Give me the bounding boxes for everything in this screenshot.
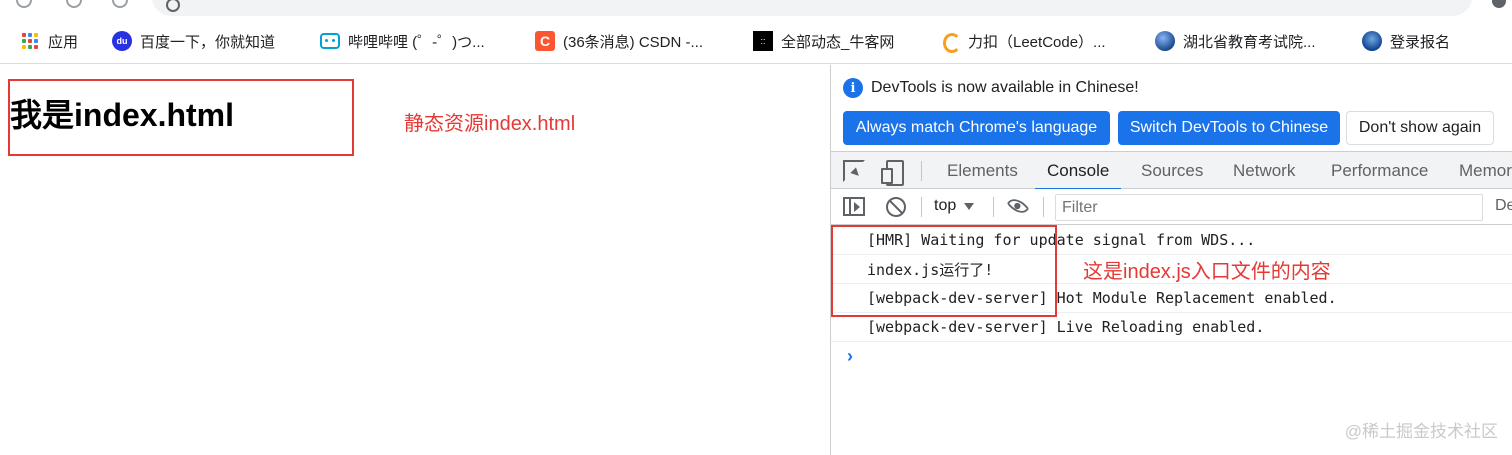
tab-console[interactable]: Console bbox=[1035, 152, 1122, 190]
bookmark-nowcoder[interactable]: :: 全部动态_牛客网 bbox=[753, 28, 894, 54]
chevron-down-icon bbox=[964, 202, 975, 210]
login-icon bbox=[1362, 31, 1382, 51]
live-expression-eye-icon[interactable] bbox=[1006, 194, 1030, 218]
tabbar-divider bbox=[921, 161, 922, 181]
bookmark-label: 湖北省教育考试院... bbox=[1183, 33, 1316, 51]
annotation-label-page: 静态资源index.html bbox=[404, 113, 576, 135]
console-filter-input[interactable] bbox=[1055, 194, 1483, 221]
bookmark-label: 应用 bbox=[48, 33, 79, 51]
inspect-element-icon[interactable] bbox=[843, 160, 865, 182]
bookmark-bilibili[interactable]: 哔哩哔哩 (゜-゜)つ... bbox=[320, 28, 485, 54]
bookmark-label: 全部动态_牛客网 bbox=[781, 33, 895, 51]
console-prompt-icon[interactable]: › bbox=[847, 346, 853, 367]
back-icon[interactable] bbox=[16, 0, 32, 8]
apps-grid-icon bbox=[20, 31, 40, 51]
context-selector[interactable]: top bbox=[934, 197, 975, 215]
profile-icon[interactable] bbox=[1492, 0, 1506, 8]
bookmarks-bar: 应用 du 百度一下，你就知道 哔哩哔哩 (゜-゜)つ... C (36条消息)… bbox=[0, 18, 1512, 64]
always-match-language-button[interactable]: Always match Chrome's language bbox=[843, 111, 1110, 145]
bookmark-csdn[interactable]: C (36条消息) CSDN -... bbox=[535, 28, 703, 54]
tab-memory[interactable]: Memor bbox=[1459, 152, 1512, 189]
show-sidebar-icon[interactable] bbox=[843, 197, 865, 216]
bookmark-hubei-exam[interactable]: 湖北省教育考试院... bbox=[1155, 28, 1316, 54]
forward-icon[interactable] bbox=[66, 0, 82, 8]
console-toolbar: top De bbox=[831, 189, 1512, 225]
toolbar-divider bbox=[1043, 197, 1044, 217]
nowcoder-icon: :: bbox=[753, 31, 773, 51]
bookmark-label: 登录报名 bbox=[1390, 33, 1451, 51]
page-viewport: 我是index.html 静态资源index.html bbox=[0, 65, 830, 455]
watermark: @稀土掘金技术社区 bbox=[1344, 422, 1498, 441]
bookmark-login[interactable]: 登录报名 bbox=[1362, 28, 1450, 54]
tab-sources[interactable]: Sources bbox=[1141, 152, 1203, 189]
bookmark-label: 百度一下，你就知道 bbox=[140, 33, 276, 51]
site-info-icon[interactable] bbox=[166, 0, 180, 12]
devtools-language-banner: i DevTools is now available in Chinese! bbox=[843, 78, 1139, 98]
annotation-box-console bbox=[831, 225, 1057, 317]
devtools-tabbar: Elements Console Sources Network Perform… bbox=[831, 151, 1512, 190]
bookmark-label: 哔哩哔哩 (゜-゜)つ... bbox=[348, 33, 485, 51]
bookmark-label: 力扣（LeetCode）... bbox=[968, 33, 1106, 51]
tab-elements[interactable]: Elements bbox=[947, 152, 1018, 189]
tab-performance[interactable]: Performance bbox=[1331, 152, 1428, 189]
bookmark-baidu[interactable]: du 百度一下，你就知道 bbox=[112, 28, 275, 54]
log-levels-dropdown[interactable]: De bbox=[1495, 197, 1512, 215]
toolbar-divider bbox=[921, 197, 922, 217]
devtools-panel: i DevTools is now available in Chinese! … bbox=[830, 65, 1512, 455]
bookmark-apps[interactable]: 应用 bbox=[20, 28, 78, 54]
tab-network[interactable]: Network bbox=[1233, 152, 1295, 189]
info-icon: i bbox=[843, 78, 863, 98]
device-toolbar-icon[interactable] bbox=[881, 160, 904, 186]
dont-show-again-button[interactable]: Don't show again bbox=[1346, 111, 1494, 145]
bookmark-label: (36条消息) CSDN -... bbox=[563, 33, 704, 51]
csdn-icon: C bbox=[535, 31, 555, 51]
clear-console-icon[interactable] bbox=[886, 197, 906, 217]
console-message: [webpack-dev-server] Live Reloading enab… bbox=[831, 313, 1512, 342]
bilibili-icon bbox=[320, 31, 340, 51]
browser-top-strip bbox=[0, 0, 1512, 18]
baidu-icon: du bbox=[112, 31, 132, 51]
context-value: top bbox=[934, 197, 957, 214]
address-bar[interactable] bbox=[152, 0, 1472, 16]
banner-message: DevTools is now available in Chinese! bbox=[871, 79, 1139, 96]
annotation-label-console: 这是index.js入口文件的内容 bbox=[1083, 261, 1331, 283]
switch-to-chinese-button[interactable]: Switch DevTools to Chinese bbox=[1118, 111, 1340, 145]
bookmark-leetcode[interactable]: 力扣（LeetCode）... bbox=[940, 28, 1106, 54]
reload-icon[interactable] bbox=[112, 0, 128, 8]
annotation-box-page bbox=[8, 79, 354, 156]
hubei-exam-icon bbox=[1155, 31, 1175, 51]
leetcode-icon bbox=[940, 31, 961, 53]
toolbar-divider bbox=[993, 197, 994, 217]
